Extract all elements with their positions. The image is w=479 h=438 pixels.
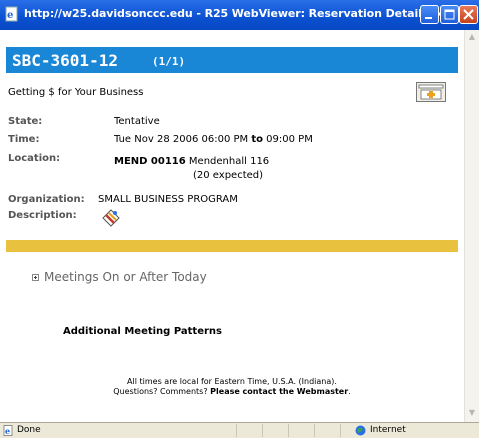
reservation-header: SBC-3601-12 (1/1) (6, 47, 458, 73)
webmaster-link[interactable]: Please contact the Webmaster (210, 387, 348, 396)
time-separator: to (251, 134, 263, 145)
additional-patterns-heading: Additional Meeting Patterns (63, 326, 222, 337)
maximize-icon (444, 9, 455, 20)
expand-icon[interactable] (32, 274, 39, 281)
svg-text:e: e (5, 426, 10, 436)
status-cell (236, 424, 237, 437)
status-cell (262, 424, 263, 437)
time-label: Time: (8, 134, 40, 145)
page-content: SBC-3601-12 (1/1) Getting $ for Your Bus… (0, 30, 464, 422)
state-value: Tentative (114, 116, 160, 127)
time-value: Tue Nov 28 2006 06:00 PM to 09:00 PM (114, 134, 313, 145)
meetings-toggle[interactable]: Meetings On or After Today (44, 270, 207, 284)
location-expected: (20 expected) (193, 170, 264, 181)
contact-suffix: . (348, 387, 351, 396)
section-divider (6, 240, 458, 252)
ie-page-icon: e (5, 6, 18, 22)
time-start: Tue Nov 28 2006 06:00 PM (114, 134, 249, 145)
status-cell (288, 424, 289, 437)
reservation-id: SBC-3601-12 (12, 51, 118, 70)
location-label: Location: (8, 153, 61, 164)
print-icon[interactable] (416, 82, 446, 102)
status-text: Done (17, 425, 41, 435)
organization-label: Organization: (8, 194, 85, 205)
scroll-up-icon[interactable]: ▲ (465, 30, 479, 44)
status-bar: e Done Internet (0, 422, 479, 438)
minimize-icon (425, 17, 432, 19)
reservation-count: (1/1) (152, 55, 186, 68)
scroll-down-icon[interactable]: ▼ (465, 406, 479, 420)
state-label: State: (8, 116, 43, 127)
time-end: 09:00 PM (266, 134, 313, 145)
location-name: Mendenhall 116 (188, 156, 270, 167)
close-button[interactable] (459, 5, 478, 24)
window-title: http://w25.davidsonccc.edu - R25 WebView… (24, 7, 467, 20)
status-cell (314, 424, 315, 437)
timezone-note: All times are local for Eastern Time, U.… (127, 377, 337, 386)
organization-value: SMALL BUSINESS PROGRAM (98, 194, 238, 205)
zone-text: Internet (370, 425, 406, 435)
internet-zone-icon (355, 425, 366, 436)
vertical-scrollbar[interactable]: ▲ ▼ (464, 30, 479, 422)
contact-prefix: Questions? Comments? (113, 387, 208, 396)
minimize-button[interactable] (420, 5, 439, 24)
maximize-button[interactable] (440, 5, 459, 24)
contact-line: Questions? Comments? Please contact the … (0, 387, 464, 396)
location-code[interactable]: MEND 00116 (114, 156, 186, 167)
close-icon (463, 9, 474, 20)
description-icon[interactable] (101, 208, 121, 228)
svg-text:e: e (7, 10, 13, 21)
status-cell (340, 424, 341, 437)
description-label: Description: (8, 210, 77, 221)
location-value: MEND 00116 Mendenhall 116 (114, 156, 269, 167)
page-done-icon: e (3, 425, 13, 436)
window-titlebar[interactable]: e http://w25.davidsonccc.edu - R25 WebVi… (0, 0, 479, 30)
event-name: Getting $ for Your Business (8, 87, 144, 98)
